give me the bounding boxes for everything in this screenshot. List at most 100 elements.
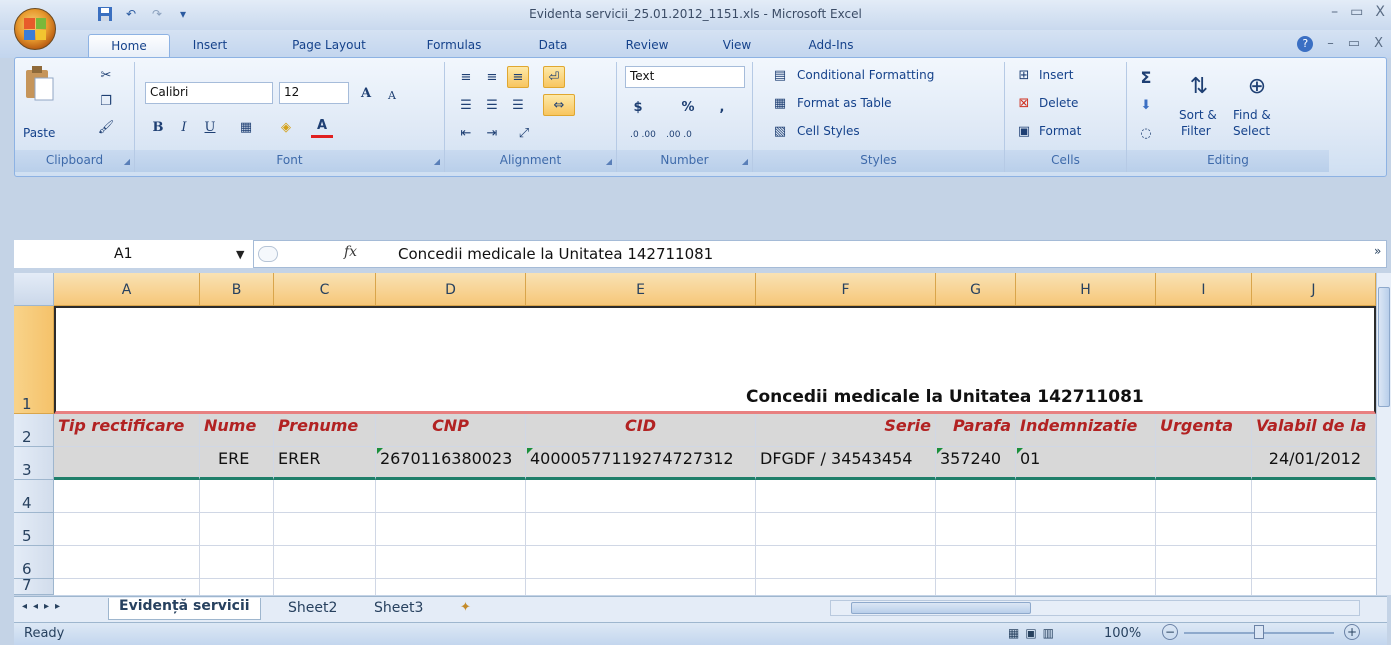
font-name-combo[interactable]: Calibri [145,82,273,104]
vertical-scroll-thumb[interactable] [1378,287,1390,407]
zoom-in-button[interactable]: + [1344,624,1360,640]
zoom-level[interactable]: 100% [1104,626,1141,641]
data-cell[interactable]: 357240 [936,447,1016,480]
clear-icon[interactable]: ◌ [1135,122,1157,144]
header-cell[interactable]: Tip rectificare [54,414,200,447]
number-format-combo[interactable]: Text [625,66,745,88]
minimize-button[interactable]: – [1331,4,1338,20]
data-cell[interactable]: 24/01/2012 [1252,447,1376,480]
row-header-7[interactable]: 7 [14,579,54,595]
column-header-f[interactable]: F [756,273,936,306]
row-header-1[interactable]: 1 [14,306,54,414]
sheet-tab-sheet3[interactable]: Sheet3 [374,600,423,616]
tab-review[interactable]: Review [612,34,682,58]
zoom-out-button[interactable]: − [1162,624,1178,640]
delete-cells-button[interactable]: Delete [1039,96,1078,110]
vertical-scrollbar[interactable] [1376,273,1391,595]
tab-insert[interactable]: Insert [180,34,240,58]
sort-filter-label-1[interactable]: Sort & [1179,108,1217,122]
clipboard-launcher-icon[interactable]: ◢ [124,157,130,166]
column-header-d[interactable]: D [376,273,526,306]
empty-cells[interactable] [54,480,1376,595]
merge-center-icon[interactable]: ⇔ [543,94,575,116]
header-cell[interactable]: Valabil de la [1252,414,1376,447]
align-top-icon[interactable]: ≡ [455,66,477,88]
increase-decimal-button[interactable]: .0 .00 [625,124,661,146]
column-header-c[interactable]: C [274,273,376,306]
borders-icon[interactable]: ▦ [235,116,257,138]
wrap-text-icon[interactable]: ⏎ [543,66,565,88]
data-cell[interactable] [54,447,200,480]
header-cell[interactable]: Urgenta [1156,414,1252,447]
find-select-label-1[interactable]: Find & [1233,108,1271,122]
tab-formulas[interactable]: Formulas [414,34,494,58]
restore-button[interactable]: ▭ [1350,4,1363,20]
row-header-3[interactable]: 3 [14,447,54,480]
number-launcher-icon[interactable]: ◢ [742,157,748,166]
decrease-decimal-button[interactable]: .00 .0 [661,124,697,146]
formula-bar-toggle[interactable] [258,246,278,262]
formula-content[interactable]: Concedii medicale la Unitatea 142711081 [398,245,713,263]
row-header-2[interactable]: 2 [14,414,54,447]
data-cell[interactable]: 40000577119274727312 [526,447,756,480]
alignment-launcher-icon[interactable]: ◢ [606,157,612,166]
column-header-a[interactable]: A [54,273,200,306]
workbook-close-button[interactable]: X [1374,36,1383,52]
align-middle-icon[interactable]: ≡ [481,66,503,88]
sort-filter-label-2[interactable]: Filter [1181,124,1211,138]
column-header-b[interactable]: B [200,273,274,306]
shrink-font-button[interactable]: A [381,84,403,106]
close-button[interactable]: X [1375,4,1385,20]
column-header-g[interactable]: G [936,273,1016,306]
title-cell-a1[interactable]: Concedii medicale la Unitatea 142711081 [54,306,1376,414]
header-cell[interactable]: Indemnizatie [1016,414,1156,447]
font-color-button[interactable]: A [311,116,333,138]
office-button[interactable] [14,8,56,50]
data-cell[interactable]: DFGDF / 34543454 [756,447,936,480]
tab-home[interactable]: Home [88,34,170,58]
format-cells-button[interactable]: Format [1039,124,1081,138]
data-cell[interactable]: ERE [200,447,274,480]
format-painter-icon[interactable]: 🖌 [95,116,117,138]
select-all-corner[interactable] [14,273,54,306]
data-cell[interactable] [1156,447,1252,480]
row-header-6[interactable]: 6 [14,546,54,579]
autosum-button[interactable]: Σ [1135,66,1157,88]
paste-label[interactable]: Paste [23,126,55,140]
underline-button[interactable]: U [199,116,221,138]
tab-add-ins[interactable]: Add-Ins [796,34,866,58]
tab-view[interactable]: View [712,34,762,58]
find-select-label-2[interactable]: Select [1233,124,1270,138]
sheet-tab-evidenta[interactable]: Evidență servicii [108,598,261,620]
conditional-formatting-button[interactable]: Conditional Formatting [797,68,934,82]
data-cell[interactable]: 2670116380023 [376,447,526,480]
grow-font-button[interactable]: A [355,82,377,104]
header-cell[interactable]: Serie [756,414,936,447]
bold-button[interactable]: B [147,116,169,138]
name-box-dropdown-icon[interactable]: ▼ [236,248,244,261]
workbook-minimize-button[interactable]: – [1327,36,1334,52]
paste-button[interactable] [23,64,63,120]
align-bottom-icon[interactable]: ≡ [507,66,529,88]
view-buttons-icon[interactable]: ▦▣▥ [1008,626,1060,640]
tab-data[interactable]: Data [528,34,578,58]
header-cell[interactable]: Nume [200,414,274,447]
help-icon[interactable]: ? [1297,36,1314,52]
fill-icon[interactable]: ⬇ [1135,94,1157,116]
insert-function-button[interactable]: fx [344,244,357,260]
font-size-combo[interactable]: 12 [279,82,349,104]
sheet-nav-icon[interactable]: ◂◂▸▸ [22,601,66,612]
zoom-slider-thumb[interactable] [1254,625,1264,639]
align-left-icon[interactable]: ☰ [455,94,477,116]
horizontal-scrollbar[interactable] [830,600,1360,616]
align-right-icon[interactable]: ☰ [507,94,529,116]
orientation-icon[interactable]: ⤢ [513,122,535,144]
header-cell[interactable]: Prenume [274,414,376,447]
header-cell[interactable]: CNP [376,414,526,447]
increase-indent-icon[interactable]: ⇥ [481,122,503,144]
italic-button[interactable]: I [173,116,195,138]
insert-sheet-icon[interactable]: ✦ [460,600,471,615]
column-header-j[interactable]: J [1252,273,1376,306]
currency-button[interactable]: $ [627,96,649,118]
font-launcher-icon[interactable]: ◢ [434,157,440,166]
